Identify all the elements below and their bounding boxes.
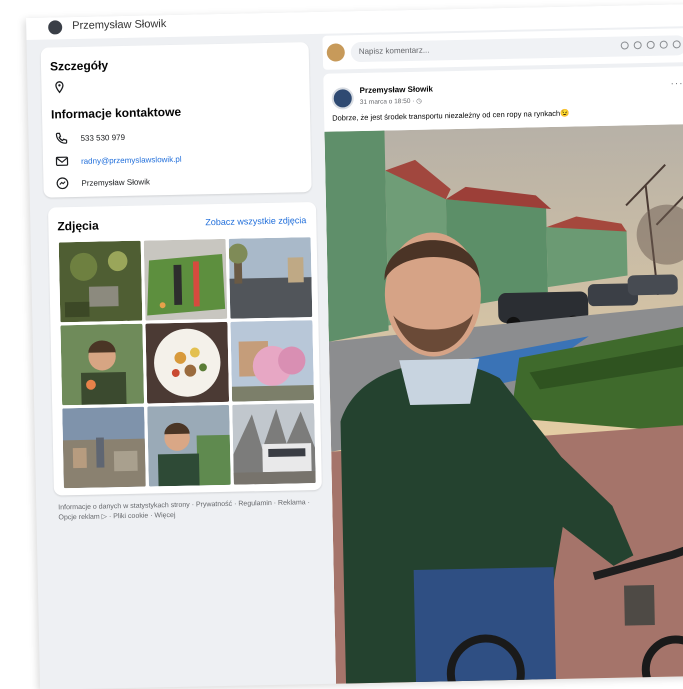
sticker-icon[interactable] [659, 40, 668, 49]
photo-thumb-selfie-park[interactable] [60, 323, 145, 406]
emoji-icon[interactable] [620, 41, 629, 50]
comment-tools [620, 40, 681, 50]
gif-icon[interactable] [646, 40, 655, 50]
post-author-avatar[interactable] [331, 87, 354, 110]
photo-thumb-tram[interactable] [232, 403, 316, 485]
profile-name-top[interactable]: Przemysław Słowik [72, 18, 166, 32]
post-text: Dobrze, że jest środek transportu niezal… [332, 108, 570, 123]
post-photo-image [324, 124, 683, 689]
post-photo[interactable] [324, 124, 683, 689]
phone-number[interactable]: 533 530 979 [80, 132, 125, 142]
photo-thumb-city[interactable] [62, 406, 146, 489]
mail-icon [55, 156, 69, 166]
post-more-options[interactable]: ··· [670, 78, 683, 89]
photo-thumb-garden[interactable] [58, 240, 143, 323]
phone-row: 533 530 979 [54, 130, 125, 145]
photo-thumb-model[interactable] [143, 238, 228, 321]
contact-info-title: Informacje kontaktowe [50, 104, 182, 122]
photos-title: Zdjęcia [57, 218, 99, 234]
photo-thumb-food[interactable] [145, 321, 230, 404]
photo-thumb-selfie-fountain[interactable] [147, 404, 231, 487]
facebook-page: Przemysław Słowik Szczegóły Informacje k… [26, 3, 683, 689]
messenger-name[interactable]: Przemysław Słowik [81, 177, 150, 187]
photo-thumb-square[interactable] [228, 237, 313, 319]
location-pin-icon [55, 81, 64, 94]
messenger-icon [56, 177, 69, 190]
details-card: Szczegóły Informacje kontaktowe 533 530 … [40, 42, 312, 198]
messenger-row: Przemysław Słowik [55, 174, 150, 190]
photo-thumb-blossom[interactable] [230, 320, 315, 402]
details-title: Szczegóły [49, 58, 109, 74]
post-card: Przemysław Słowik 31 marca o 18:50 · ◷ ·… [323, 66, 683, 689]
user-avatar [326, 43, 345, 62]
email-row: radny@przemyslawslowik.pl [55, 152, 182, 169]
see-all-photos-link[interactable]: Zobacz wszystkie zdjęcia [205, 215, 306, 227]
email-link[interactable]: radny@przemyslawslowik.pl [81, 154, 182, 165]
comment-bar: Napisz komentarz... [322, 28, 683, 70]
post-author-name[interactable]: Przemysław Słowik [359, 84, 433, 95]
footer-links[interactable]: Informacje o danych w statystykach stron… [58, 498, 326, 524]
photos-grid [58, 237, 316, 489]
attach-icon[interactable] [672, 40, 681, 49]
profile-avatar-mini[interactable] [48, 20, 63, 35]
phone-icon [55, 132, 68, 144]
camera-icon[interactable] [633, 41, 642, 50]
post-date[interactable]: 31 marca o 18:50 · ◷ [360, 97, 422, 106]
photos-card: Zdjęcia Zobacz wszystkie zdjęcia [47, 201, 322, 496]
